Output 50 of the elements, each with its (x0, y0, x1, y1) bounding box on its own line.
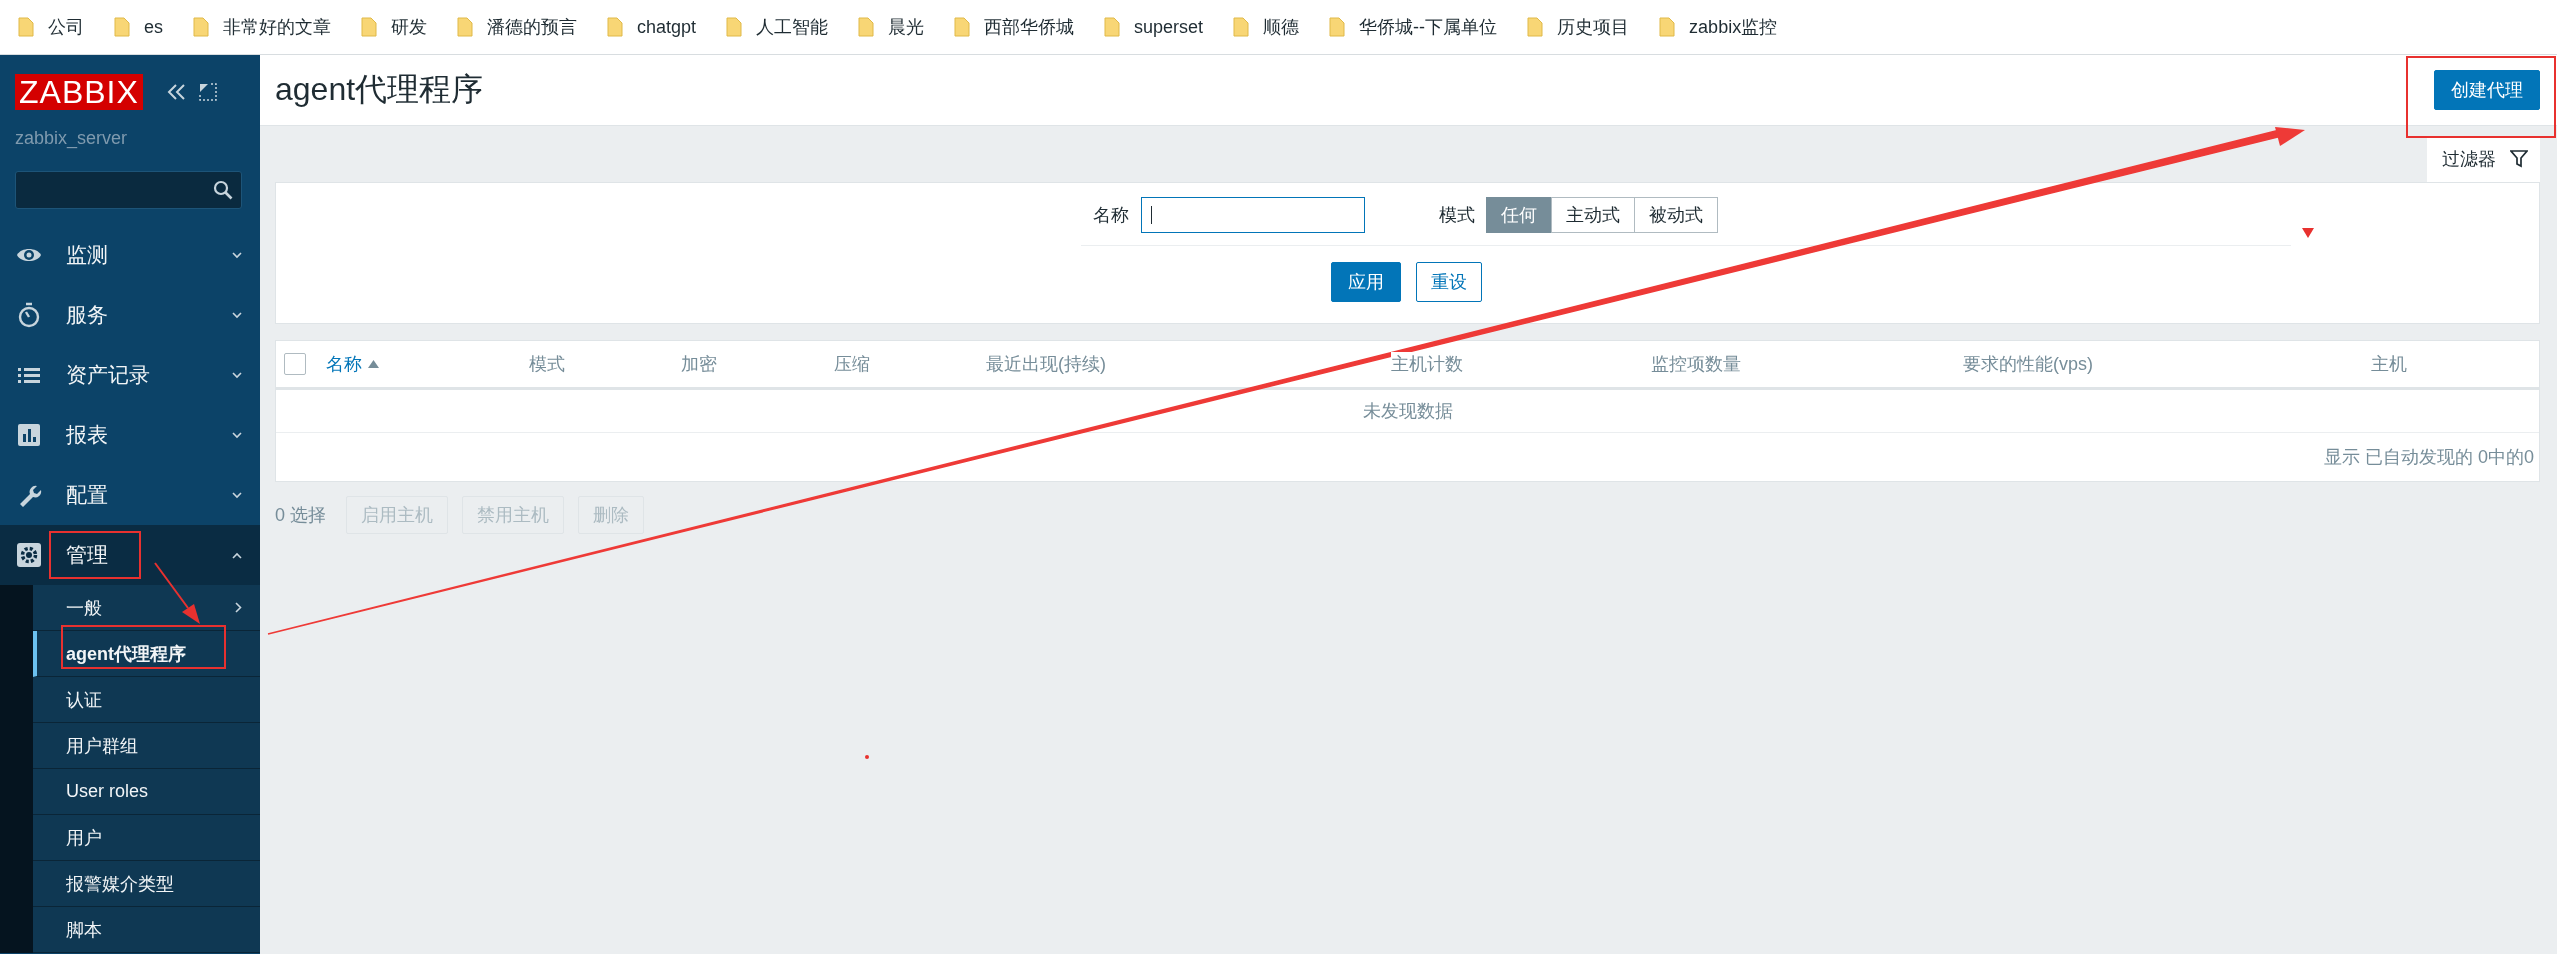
reset-button[interactable]: 重设 (1416, 262, 1482, 302)
bookmark-link[interactable]: 西部华侨城 (984, 15, 1075, 39)
column-header[interactable]: 模式 (529, 352, 565, 376)
column-header[interactable]: 要求的性能(vps) (1963, 352, 2093, 376)
field-label: 模式 (1438, 204, 1476, 227)
submenu-item[interactable]: 一般 (33, 585, 260, 631)
server-name: zabbix_server (14, 127, 129, 151)
submenu-item[interactable]: 脚本 (33, 907, 260, 953)
bookmark-link[interactable]: chatgpt (637, 16, 697, 38)
bookmark-link[interactable]: 潘德的预言 (487, 15, 577, 39)
column-header[interactable]: 监控项数量 (1651, 352, 1741, 376)
mode-option[interactable]: 主动式 (1551, 197, 1635, 233)
bookmark-link[interactable]: zabbix监控 (1689, 15, 1778, 39)
bookmark-link[interactable]: 非常好的文章 (223, 15, 331, 39)
bookmark-link[interactable]: 顺德 (1263, 15, 1300, 39)
bookmark-link[interactable]: 华侨城--下属单位 (1359, 15, 1498, 39)
bookmark-link[interactable]: 晨光 (888, 15, 925, 39)
bookmark-link[interactable]: 人工智能 (756, 15, 829, 39)
column-header[interactable]: 主机计数 (1391, 352, 1463, 376)
empty-message: 未发现数据 (1362, 400, 1453, 423)
bookmark-link[interactable]: superset (1134, 16, 1204, 38)
apply-button[interactable]: 应用 (1331, 262, 1401, 302)
filter-tab[interactable]: 过滤器 (2427, 136, 2540, 182)
submenu-item[interactable]: 报警媒介类型 (33, 861, 260, 907)
logo[interactable]: ZABBIX (15, 74, 143, 110)
column-header[interactable]: 最近出现(持续) (986, 352, 1106, 376)
field-label: 名称 (1092, 204, 1130, 227)
table-summary: 显示 已自动发现的 0中的0 (2323, 446, 2534, 469)
selected-count: 0 选择 (275, 504, 326, 527)
column-header[interactable]: 加密 (681, 352, 717, 376)
submenu-item[interactable]: agent代理程序 (33, 631, 260, 677)
menu-item[interactable]: 管理 (0, 525, 260, 585)
menu-item[interactable]: 报表 (0, 405, 260, 465)
column-header[interactable]: 压缩 (834, 352, 870, 376)
page-title: agent代理程序 (275, 70, 484, 109)
bookmark-link[interactable]: es (144, 16, 163, 38)
submenu-item[interactable]: 用户群组 (33, 723, 260, 769)
submenu-item[interactable]: 用户 (33, 815, 260, 861)
bookmark-link[interactable]: 公司 (48, 15, 84, 39)
menu-item[interactable]: 服务 (0, 285, 260, 345)
bookmark-link[interactable]: 研发 (391, 15, 427, 39)
bookmark-link[interactable]: 历史项目 (1557, 15, 1630, 39)
menu-item[interactable]: 监测 (0, 225, 260, 285)
menu-item[interactable]: 配置 (0, 465, 260, 525)
create-button[interactable]: 创建代理 (2434, 70, 2540, 110)
submenu-item[interactable]: 认证 (33, 677, 260, 723)
menu-item[interactable]: 资产记录 (0, 345, 260, 405)
submenu-item[interactable]: User roles (33, 769, 260, 815)
mode-option[interactable]: 被动式 (1634, 197, 1718, 233)
column-header[interactable]: 名称 (326, 352, 362, 376)
